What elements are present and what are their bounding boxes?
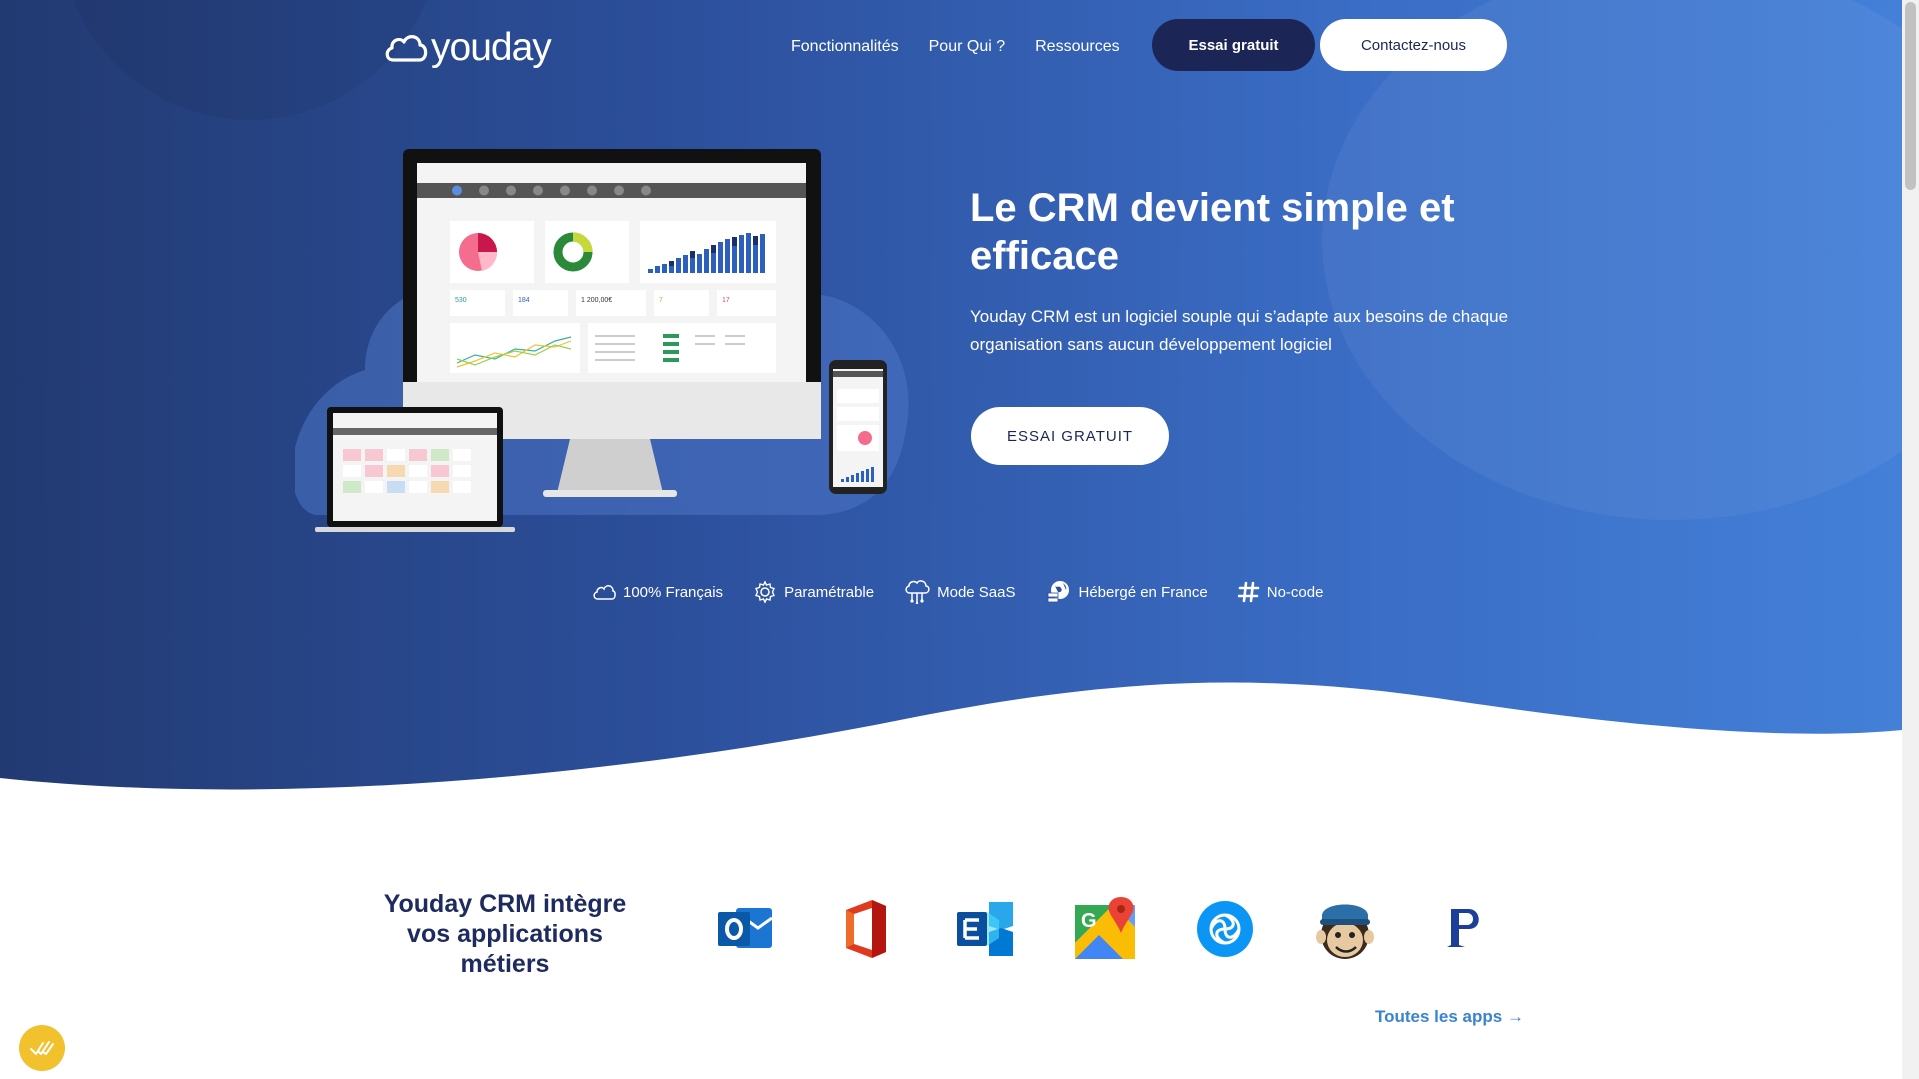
laptop xyxy=(315,407,515,532)
feature-item: 100% Français xyxy=(592,580,723,604)
sendinblue-icon[interactable] xyxy=(1193,896,1257,962)
svg-text:G: G xyxy=(1081,910,1097,932)
cloud-logo-icon xyxy=(385,35,428,62)
main-nav: Fonctionnalités Pour Qui ? Ressources xyxy=(791,38,1120,56)
page: youday Fonctionnalités Pour Qui ? Ressou… xyxy=(0,0,1919,1079)
integrations-title: Youday CRM intègre vos applications méti… xyxy=(383,890,627,978)
stat-value: 7 xyxy=(659,297,663,304)
office-icon[interactable] xyxy=(833,896,897,962)
logo-text: youday xyxy=(431,26,552,69)
cloud-icon xyxy=(593,585,616,600)
feature-label: Mode SaaS xyxy=(937,583,1016,601)
globe-server-icon xyxy=(1047,581,1069,603)
hashtag-icon xyxy=(1237,581,1260,603)
feature-item: Paramétrable xyxy=(753,580,874,604)
gear-icon xyxy=(755,580,776,604)
stat-value: 17 xyxy=(722,297,730,304)
mailchimp-icon[interactable] xyxy=(1313,896,1377,962)
nav-item-ressources[interactable]: Ressources xyxy=(1035,38,1119,56)
feature-label: Paramétrable xyxy=(784,583,875,601)
nav-item-pour-qui[interactable]: Pour Qui ? xyxy=(929,38,1005,56)
hero-subtitle: Youday CRM est un logiciel souple qui s’… xyxy=(970,307,1509,354)
cloud-network-icon xyxy=(905,580,930,604)
accessibility-badge[interactable] xyxy=(19,1025,65,1071)
pennylane-icon[interactable] xyxy=(1433,896,1497,962)
vertical-scrollbar[interactable] xyxy=(1902,0,1919,1079)
scrollbar-thumb[interactable] xyxy=(1905,2,1916,190)
free-trial-button[interactable]: Essai gratuit xyxy=(1152,19,1315,71)
features-list: 100% Français Paramétrable Mode SaaS Héb… xyxy=(592,580,1323,604)
checkmarks-icon xyxy=(30,1041,54,1055)
feature-label: Hébergé en France xyxy=(1078,583,1208,601)
devices-illustration: 530 184 1 200,00€ 7 17 xyxy=(295,149,909,532)
contact-button[interactable]: Contactez-nous xyxy=(1320,19,1507,71)
outlook-icon[interactable] xyxy=(713,896,777,962)
stat-value: 184 xyxy=(518,297,530,304)
stat-value: 1 200,00€ xyxy=(581,297,612,304)
hero-free-trial-button[interactable]: ESSAI GRATUIT xyxy=(971,407,1169,465)
phone xyxy=(829,360,887,494)
feature-item: Hébergé en France xyxy=(1046,580,1208,604)
feature-label: 100% Français xyxy=(623,583,724,601)
section-wave-divider xyxy=(0,682,1902,800)
feature-label: No-code xyxy=(1266,583,1324,601)
stat-value: 530 xyxy=(455,297,467,304)
integrations-apps: G xyxy=(713,896,1497,962)
feature-item: No-code xyxy=(1237,580,1324,604)
all-apps-link[interactable]: Toutes les apps → xyxy=(1375,1007,1524,1027)
exchange-icon[interactable] xyxy=(953,896,1017,962)
hero-title: Le CRM devient simple et efficace xyxy=(970,186,1455,278)
google-maps-icon[interactable]: G xyxy=(1073,896,1137,962)
feature-item: Mode SaaS xyxy=(904,580,1016,604)
nav-item-fonctionnalites[interactable]: Fonctionnalités xyxy=(791,38,899,56)
logo[interactable]: youday xyxy=(383,26,552,70)
